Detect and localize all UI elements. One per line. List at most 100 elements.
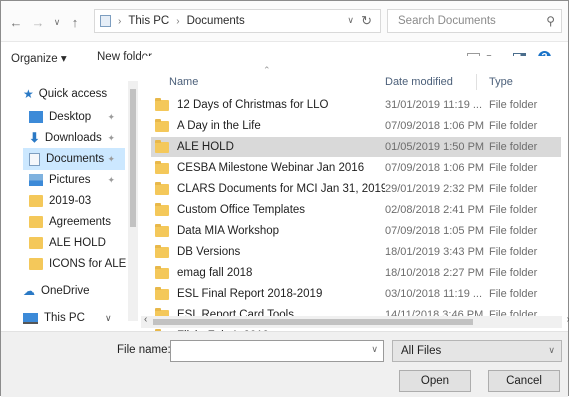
pin-icon[interactable]: ✦ [107, 175, 115, 186]
file-date-modified: 18/01/2019 3:43 PM [385, 246, 485, 258]
nav-item-agreements[interactable]: Agreements [29, 211, 111, 233]
nav-item-onedrive[interactable]: ☁ OneDrive [23, 280, 90, 302]
nav-item-pictures[interactable]: Pictures ✦ [29, 169, 125, 191]
recent-locations-icon[interactable]: ∨ [51, 13, 63, 31]
chevron-down-icon[interactable]: ∨ [548, 345, 555, 356]
pin-icon[interactable]: ✦ [107, 133, 115, 144]
nav-item-label: Pictures [49, 174, 91, 186]
nav-item-documents[interactable]: Documents ✦ [23, 148, 125, 170]
nav-item-desktop[interactable]: Desktop ✦ [29, 106, 125, 128]
nav-item-label: Desktop [49, 111, 92, 123]
file-row[interactable]: DB Versions 18/01/2019 3:43 PM File folder [151, 242, 561, 262]
file-row[interactable]: A Day in the Life 07/09/2018 1:06 PM File … [151, 116, 561, 136]
file-name: ALE HOLD [177, 141, 234, 153]
scroll-left-icon[interactable]: ‹ [144, 314, 147, 325]
file-type: File folder [489, 183, 538, 195]
file-type: File folder [489, 162, 538, 174]
file-date-modified: 29/01/2019 2:32 PM [385, 183, 485, 195]
filename-input[interactable]: ∨ [170, 340, 384, 362]
file-date-modified: 31/01/2019 11:19 ... [385, 99, 483, 111]
breadcrumb-documents[interactable]: Documents [187, 15, 245, 27]
file-name: Data MIA Workshop [177, 225, 280, 237]
file-name: emag fall 2018 [177, 267, 253, 279]
nav-item-this-pc[interactable]: This PC [23, 307, 85, 329]
column-header-name[interactable]: Name [169, 76, 198, 88]
folder-icon [29, 195, 43, 207]
file-date-modified: 02/08/2018 2:41 PM [385, 204, 485, 216]
pc-icon [23, 312, 38, 324]
column-divider[interactable] [476, 74, 477, 90]
open-button[interactable]: Open [399, 370, 471, 392]
scrollbar-thumb[interactable] [153, 319, 473, 325]
cancel-button[interactable]: Cancel [488, 370, 560, 392]
file-date-modified: 18/10/2018 2:27 PM [385, 267, 485, 279]
column-header-date[interactable]: Date modified [385, 76, 453, 88]
organize-button[interactable]: Organize ▾ [11, 51, 67, 65]
dialog-footer: File name: ∨ All Files ∨ Open Cancel [1, 331, 568, 397]
address-dropdown-icon[interactable]: ∨ [347, 15, 354, 26]
up-icon[interactable]: ↑ [68, 13, 82, 31]
nav-item-label: Agreements [49, 216, 112, 228]
address-bar[interactable]: › This PC › Documents ∨ ↻ [94, 9, 381, 33]
file-row[interactable]: ALE HOLD 01/05/2019 1:50 PM File folder [151, 137, 561, 157]
file-row[interactable]: CLARS Documents for MCI Jan 31, 2019 29/0… [151, 179, 561, 199]
nav-item-label: Quick access [38, 88, 108, 100]
search-input[interactable]: Search Documents ⚲ [387, 9, 562, 33]
nav-item-label: Downloads [44, 132, 102, 144]
chevron-down-icon[interactable]: ∨ [371, 344, 378, 355]
folder-icon [155, 265, 169, 279]
file-row[interactable]: 12 Days of Christmas for LLO 31/01/2019 1… [151, 95, 561, 115]
folder-icon [155, 139, 169, 153]
folder-icon [155, 202, 169, 216]
breadcrumb-this-pc[interactable]: This PC [128, 15, 169, 27]
horizontal-scrollbar[interactable]: ‹ › [141, 314, 569, 328]
folder-icon [29, 237, 43, 249]
scrollbar-thumb[interactable] [130, 89, 136, 227]
column-header-type[interactable]: Type [489, 76, 513, 88]
download-icon: ⬇ [29, 130, 40, 145]
file-date-modified: 07/09/2018 1:06 PM [385, 162, 485, 174]
pin-icon[interactable]: ✦ [107, 154, 115, 165]
documents-icon [29, 152, 40, 166]
folder-icon [155, 181, 169, 195]
nav-item-quick-access[interactable]: ★ Quick access [23, 83, 107, 105]
search-placeholder: Search Documents [398, 15, 496, 27]
file-name: DB Versions [177, 246, 241, 258]
pc-icon [100, 15, 111, 27]
file-type-filter[interactable]: All Files ∨ [392, 340, 562, 362]
address-row: ← → ∨ ↑ › This PC › Documents ∨ ↻ Search… [1, 1, 568, 42]
folder-icon [29, 216, 43, 228]
expand-chevron-icon[interactable]: ∨ [105, 313, 112, 324]
folder-icon [155, 286, 169, 300]
file-date-modified: 07/09/2018 1:06 PM [385, 120, 485, 132]
file-row[interactable]: CESBA Milestone Webinar Jan 2016 07/09/20… [151, 158, 561, 178]
file-row[interactable]: Data MIA Workshop 07/09/2018 1:05 PM File … [151, 221, 561, 241]
nav-item-2019-03[interactable]: 2019-03 [29, 190, 91, 212]
search-icon[interactable]: ⚲ [546, 14, 555, 28]
star-icon: ★ [23, 87, 34, 101]
file-name: CLARS Documents for MCI Jan 31, 2019 [177, 183, 385, 195]
nav-item-ale-hold[interactable]: ALE HOLD [29, 232, 106, 254]
folder-icon [155, 223, 169, 237]
file-name: Custom Office Templates [177, 204, 306, 216]
navigation-scrollbar[interactable] [128, 81, 138, 321]
nav-item-icons-for-ale[interactable]: ICONS for ALE [29, 253, 126, 275]
folder-icon [29, 258, 43, 270]
file-date-modified: 03/10/2018 11:19 ... [385, 288, 483, 300]
file-row[interactable]: emag fall 2018 18/10/2018 2:27 PM File fol… [151, 263, 561, 283]
file-row[interactable]: ESL Final Report 2018-2019 03/10/2018 11:… [151, 284, 561, 304]
file-row[interactable]: Custom Office Templates 02/08/2018 2:41 P… [151, 200, 561, 220]
forward-icon[interactable]: → [31, 13, 45, 31]
refresh-icon[interactable]: ↻ [361, 13, 372, 29]
file-type: File folder [489, 225, 538, 237]
file-open-dialog: ← → ∨ ↑ › This PC › Documents ∨ ↻ Search… [0, 0, 569, 397]
filter-value: All Files [401, 345, 442, 357]
nav-item-label: OneDrive [41, 285, 90, 297]
back-icon[interactable]: ← [9, 13, 23, 31]
folder-icon [155, 160, 169, 174]
pictures-icon [29, 174, 43, 186]
nav-item-downloads[interactable]: ⬇ Downloads ✦ [29, 127, 125, 149]
pin-icon[interactable]: ✦ [107, 112, 115, 123]
nav-item-label: 2019-03 [49, 195, 92, 207]
navigation-pane: ★ Quick access Desktop ✦ ⬇ Downloads ✦ D… [1, 73, 141, 335]
